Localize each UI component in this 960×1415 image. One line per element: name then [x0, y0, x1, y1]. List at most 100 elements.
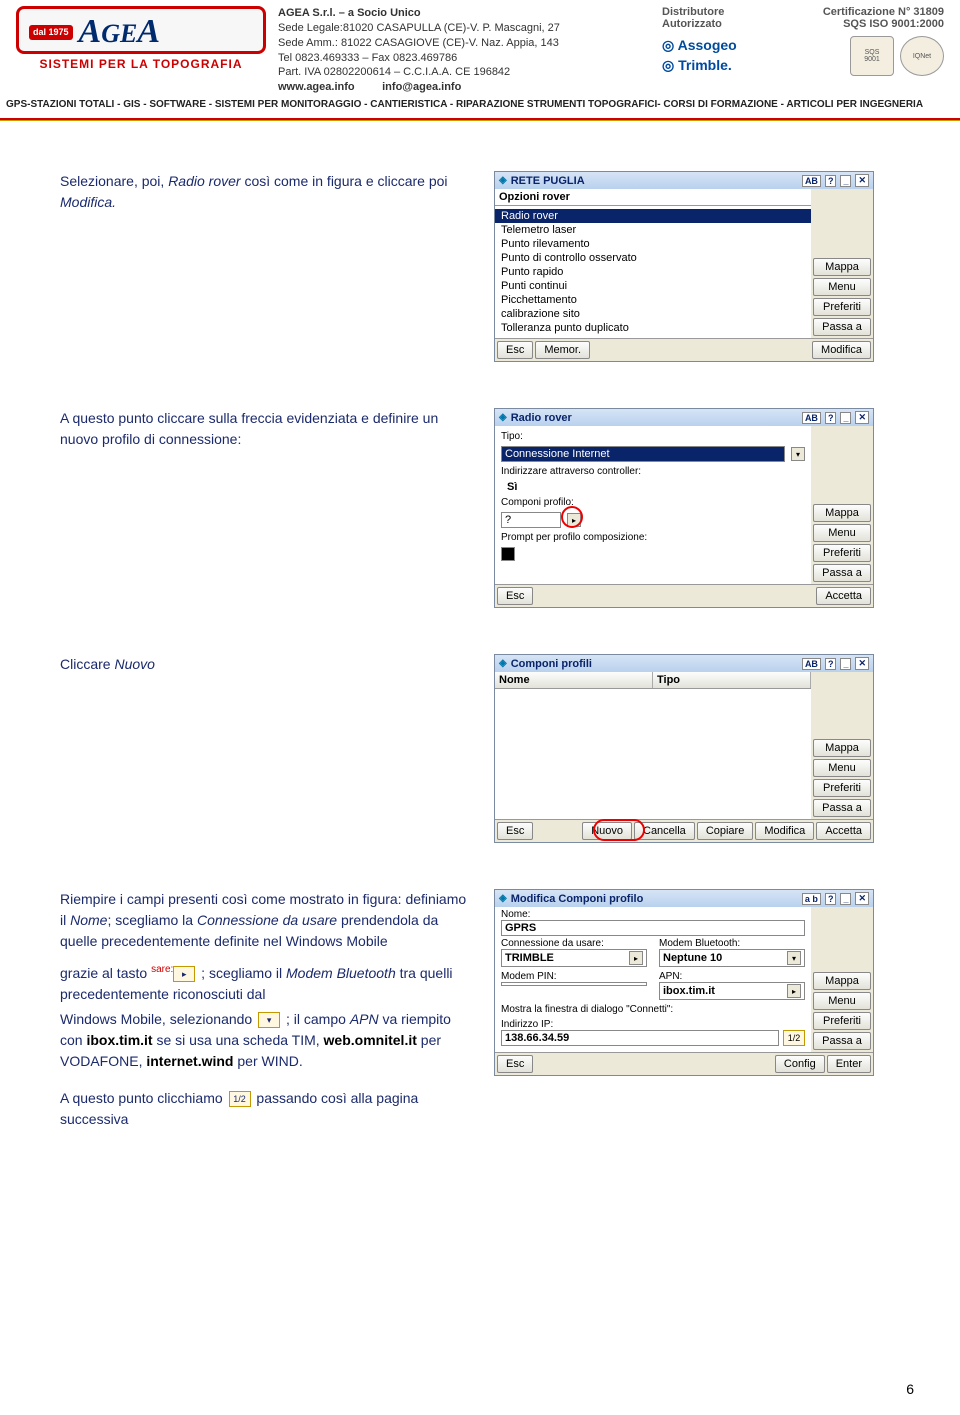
close-icon[interactable]: ✕ [855, 411, 869, 424]
minimize-icon[interactable]: _ [840, 893, 851, 905]
esc-button[interactable]: Esc [497, 341, 533, 359]
connetti-label: Mostra la finestra di dialogo "Connetti"… [495, 1002, 811, 1017]
step-3: Cliccare Nuovo ◈ Componi profili AB ? _ … [60, 654, 920, 843]
preferiti-button[interactable]: Preferiti [813, 544, 871, 562]
help-icon[interactable]: ? [825, 175, 837, 187]
tipo-field[interactable]: Connessione Internet [501, 446, 785, 462]
apn-field[interactable]: ibox.tim.it▸ [659, 982, 805, 1000]
distributor-block: Distributore Autorizzato ◎ Assogeo ◎ Tri… [662, 6, 782, 75]
main-content: Selezionare, poi, Radio rover così come … [0, 121, 960, 1160]
componi-field[interactable]: ? [501, 512, 561, 528]
mappa-button[interactable]: Mappa [813, 258, 871, 276]
help-icon[interactable]: ? [825, 893, 837, 905]
list-item[interactable]: Telemetro laser [495, 223, 811, 237]
screenshot-2: ◈ Radio rover AB ? _ ✕ Tipo: Connessione… [494, 408, 874, 608]
esc-button[interactable]: Esc [497, 587, 533, 605]
mappa-button[interactable]: Mappa [813, 504, 871, 522]
help-icon[interactable]: ? [825, 412, 837, 424]
chevron-down-icon[interactable]: ▾ [787, 951, 801, 965]
ab-indicator: AB [802, 412, 821, 424]
dropdown-arrow-icon: ▸ [173, 966, 195, 982]
tagline: GPS-STAZIONI TOTALI - GIS - SOFTWARE - S… [0, 95, 960, 116]
conn-label: Connessione da usare: [501, 938, 647, 949]
help-icon[interactable]: ? [825, 658, 837, 670]
step-2: A questo punto cliccare sulla freccia ev… [60, 408, 920, 608]
app-icon: ◈ [499, 893, 507, 904]
indir-value: Sì [501, 481, 517, 493]
list-item[interactable]: Punto di controllo osservato [495, 251, 811, 265]
passa-a-button[interactable]: Passa a [813, 564, 871, 582]
minimize-icon[interactable]: _ [840, 175, 851, 187]
section-header: Opzioni rover [495, 189, 811, 206]
certification-block: Certificazione N° 31809 SQS ISO 9001:200… [794, 6, 944, 76]
list-item[interactable]: Punto rilevamento [495, 237, 811, 251]
list-item[interactable]: Punti continui [495, 279, 811, 293]
since-badge: dal 1975 [29, 25, 73, 40]
company-info: AGEA S.r.l. – a Socio Unico Sede Legale:… [278, 6, 650, 95]
options-list: Radio rover Telemetro laser Punto rileva… [495, 206, 811, 338]
ab-indicator: a b [802, 893, 821, 905]
nome-label: Nome: [501, 909, 805, 920]
list-item[interactable]: Picchettamento [495, 293, 811, 307]
indir-label: Indirizzare attraverso controller: [501, 466, 641, 477]
table-body-empty [495, 689, 811, 819]
preferiti-button[interactable]: Preferiti [813, 779, 871, 797]
menu-button[interactable]: Menu [813, 278, 871, 296]
ip-field[interactable]: 138.66.34.59 [501, 1030, 779, 1046]
chevron-right-icon[interactable]: ▸ [787, 984, 801, 998]
pin-label: Modem PIN: [501, 971, 647, 982]
chevron-right-icon[interactable]: ▸ [629, 951, 643, 965]
minimize-icon[interactable]: _ [840, 658, 851, 670]
ip-label: Indirizzo IP: [501, 1019, 805, 1030]
side-buttons: Mappa Menu Preferiti Passa a [811, 256, 873, 338]
modem-label: Modem Bluetooth: [659, 938, 805, 949]
esc-button[interactable]: Esc [497, 822, 533, 840]
bottom-toolbar: Esc Memor. Modifica [495, 338, 873, 361]
list-item[interactable]: Tolleranza punto duplicato [495, 321, 811, 335]
chevron-down-icon[interactable]: ▾ [791, 447, 805, 461]
conn-field[interactable]: TRIMBLE▸ [501, 949, 647, 967]
mappa-button[interactable]: Mappa [813, 972, 871, 990]
passa-a-button[interactable]: Passa a [813, 318, 871, 336]
nome-field[interactable]: GPRS [501, 920, 805, 936]
list-item[interactable]: Punto rapido [495, 265, 811, 279]
modem-field[interactable]: Neptune 10▾ [659, 949, 805, 967]
menu-button[interactable]: Menu [813, 992, 871, 1010]
page-number: 6 [906, 1381, 914, 1397]
minimize-icon[interactable]: _ [840, 412, 851, 424]
close-icon[interactable]: ✕ [855, 174, 869, 187]
passa-a-button[interactable]: Passa a [813, 799, 871, 817]
preferiti-button[interactable]: Preferiti [813, 298, 871, 316]
config-button[interactable]: Config [775, 1055, 825, 1073]
app-icon: ◈ [499, 175, 507, 186]
pin-field[interactable] [501, 982, 647, 986]
close-icon[interactable]: ✕ [855, 657, 869, 670]
copiare-button[interactable]: Copiare [697, 822, 754, 840]
modifica-button[interactable]: Modifica [812, 341, 871, 359]
accetta-button[interactable]: Accetta [816, 587, 871, 605]
screenshot-3: ◈ Componi profili AB ? _ ✕ Nome Tipo Map… [494, 654, 874, 843]
passa-a-button[interactable]: Passa a [813, 1032, 871, 1050]
document-header: dal 1975 AGEA SISTEMI PER LA TOPOGRAFIA … [0, 0, 960, 95]
list-item[interactable]: calibrazione sito [495, 307, 811, 321]
list-item[interactable]: Radio rover [495, 209, 811, 223]
screenshot-1: ◈ RETE PUGLIA AB ? _ ✕ Opzioni rover Rad… [494, 171, 874, 362]
accetta-button[interactable]: Accetta [816, 822, 871, 840]
iqnet-badge-icon: IQNet [900, 36, 944, 76]
sqs-badge-icon: SQS9001 [850, 36, 894, 76]
mappa-button[interactable]: Mappa [813, 739, 871, 757]
esc-button[interactable]: Esc [497, 1055, 533, 1073]
preferiti-button[interactable]: Preferiti [813, 1012, 871, 1030]
enter-button[interactable]: Enter [827, 1055, 871, 1073]
sare-label-icon: sare: [151, 964, 173, 975]
modifica-button[interactable]: Modifica [755, 822, 814, 840]
prompt-value [501, 547, 515, 561]
memor-button[interactable]: Memor. [535, 341, 590, 359]
window-title: Componi profili [511, 658, 592, 670]
prompt-label: Prompt per profilo composizione: [501, 532, 647, 543]
menu-button[interactable]: Menu [813, 524, 871, 542]
ab-indicator: AB [802, 175, 821, 187]
pager-button[interactable]: 1/2 [783, 1030, 805, 1046]
menu-button[interactable]: Menu [813, 759, 871, 777]
close-icon[interactable]: ✕ [855, 892, 869, 905]
